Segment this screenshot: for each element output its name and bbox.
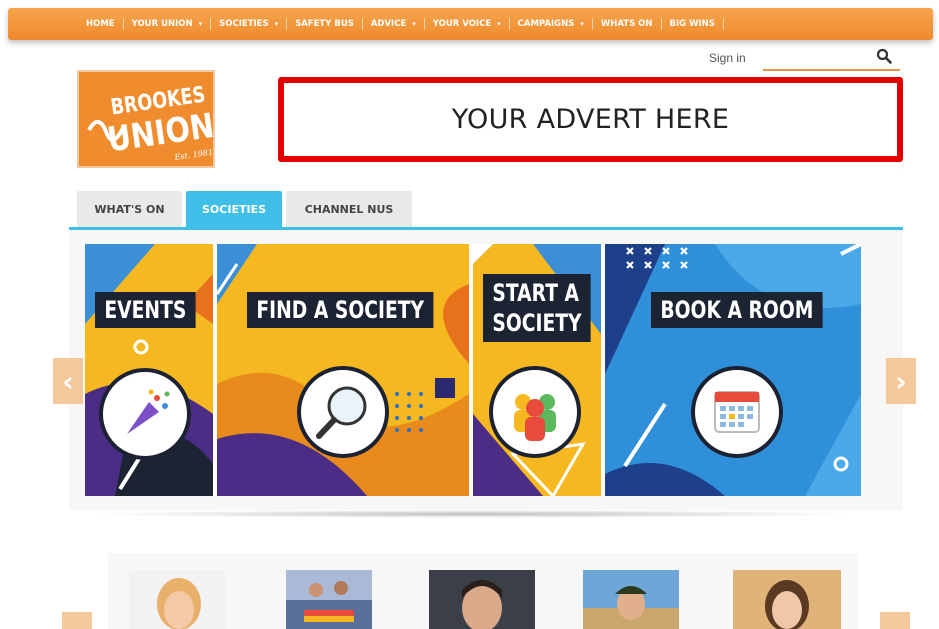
chevron-down-icon: ▾ (497, 20, 501, 28)
carousel-next-button[interactable]: › (886, 358, 916, 404)
nav-big-wins[interactable]: BIG WINS (662, 18, 724, 30)
people-prev-button[interactable] (62, 612, 92, 629)
nav-your-union[interactable]: YOUR UNION ▾ (124, 18, 212, 30)
slide-title-events: EVENTS (95, 292, 196, 328)
party-popper-icon (99, 368, 191, 460)
nav-home[interactable]: HOME (78, 18, 124, 30)
chevron-left-icon: ‹ (62, 364, 74, 398)
main-nav: HOME YOUR UNION ▾ SOCIETIES ▾ SAFETY BUS A… (8, 8, 933, 40)
carousel-slide-events[interactable]: EVENTS (85, 244, 213, 496)
chevron-down-icon: ▾ (412, 20, 416, 28)
tab-channel-nus[interactable]: CHANNEL NUS (286, 191, 412, 227)
calendar-icon (691, 366, 783, 458)
people-next-button[interactable] (880, 612, 910, 629)
search-icon[interactable] (876, 48, 892, 64)
tab-societies[interactable]: SOCIETIES (186, 191, 282, 227)
people-group-icon (489, 366, 581, 458)
carousel-slide-find-society[interactable]: FIND A SOCIETY (217, 244, 469, 496)
slide-title-find-society: FIND A SOCIETY (247, 292, 434, 328)
carousel-prev-button[interactable]: ‹ (53, 358, 83, 404)
nav-whats-on[interactable]: WHATS ON (593, 18, 662, 30)
chevron-down-icon: ▾ (274, 20, 279, 28)
signin-link[interactable]: Sign in (709, 51, 746, 65)
magnifier-icon (297, 366, 389, 458)
nav-safety-bus[interactable]: SAFETY BUS (287, 18, 363, 30)
brookes-union-logo[interactable]: BROOKES UNION Est. 1981 (77, 70, 215, 168)
nav-advice[interactable]: ADVICE ▾ (363, 18, 425, 30)
person-card[interactable] (583, 570, 679, 629)
panel-divider (213, 244, 217, 496)
slide-title-book-room: BOOK A ROOM (651, 292, 823, 328)
advert-banner[interactable]: YOUR ADVERT HERE (278, 77, 903, 162)
person-card[interactable] (733, 570, 841, 629)
carousel-slide-start-society[interactable]: START A SOCIETY (473, 244, 601, 496)
person-card[interactable] (429, 570, 535, 629)
person-card[interactable] (286, 570, 372, 629)
chevron-down-icon: ▾ (198, 20, 203, 28)
nav-campaigns[interactable]: CAMPAIGNS ▾ (510, 18, 593, 30)
carousel-shadow (85, 510, 860, 518)
tab-whats-on[interactable]: WHAT'S ON (77, 191, 182, 227)
person-card[interactable] (129, 570, 225, 629)
panel-divider (469, 244, 473, 496)
carousel-slide-book-room[interactable]: BOOK A ROOM (605, 244, 861, 496)
nav-societies[interactable]: SOCIETIES ▾ (211, 18, 288, 30)
panel-divider (601, 244, 605, 496)
nav-your-voice[interactable]: YOUR VOICE ▾ (425, 18, 510, 30)
slide-title-start-society: START A SOCIETY (483, 274, 591, 342)
chevron-down-icon: ▾ (580, 20, 584, 28)
chevron-right-icon: › (895, 364, 907, 398)
